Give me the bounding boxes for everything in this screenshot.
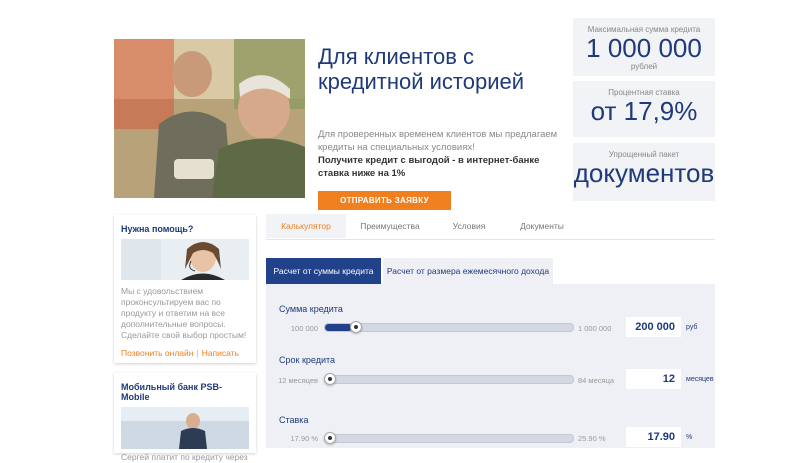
stat-sub: рублей	[630, 62, 658, 71]
apply-button[interactable]: Отправить заявку	[318, 191, 451, 210]
term-slider-handle[interactable]	[324, 373, 336, 385]
hero-description: Для проверенных временем клиентов мы пре…	[318, 129, 558, 153]
tab-calculator[interactable]: Калькулятор	[266, 214, 346, 238]
amount-slider-fill	[325, 324, 353, 331]
amount-input[interactable]: 200 000	[626, 317, 681, 337]
hero-promo-text: Получите кредит с выгодой - в интернет-б…	[318, 155, 540, 179]
help-card-links: Позвонить онлайн | Написать	[114, 341, 256, 358]
amount-label: Сумма кредита	[279, 304, 343, 314]
term-unit: месяцев	[686, 376, 714, 383]
subtab-by-amount[interactable]: Расчет от суммы кредита	[266, 258, 381, 284]
rate-slider-track[interactable]	[324, 434, 574, 443]
help-card: Нужна помощь? Мы с удовольствием проконс…	[114, 215, 256, 363]
help-card-text: Мы с удовольствием проконсультируем вас …	[121, 286, 247, 340]
mobile-card-title: Мобильный банк PSB-Mobile	[121, 382, 222, 402]
term-min: 12 месяцев	[278, 376, 318, 385]
term-input[interactable]: 12	[626, 369, 681, 389]
hero-photo	[114, 39, 305, 198]
stat-value: документов	[573, 158, 715, 188]
term-max: 84 месяца	[578, 376, 615, 385]
amount-unit: руб	[686, 324, 698, 331]
term-label: Срок кредита	[279, 355, 336, 365]
rate-label: Ставка	[279, 415, 309, 425]
amount-max: 1 000 000	[578, 324, 612, 333]
stat-documents: Упрощенный пакет документов	[573, 143, 715, 201]
stat-value: 1 000 000	[586, 33, 702, 63]
tab-conditions[interactable]: Условия	[434, 214, 504, 238]
support-operator-image	[121, 239, 249, 280]
stat-max-amount: Максимальная сумма кредита 1 000 000 руб…	[573, 18, 715, 76]
calculator-panel: Сумма кредита 100 000 1 000 000 200 000 …	[266, 284, 715, 448]
help-card-title: Нужна помощь?	[121, 224, 194, 234]
stat-rate: Процентная ставка от 17,9%	[573, 81, 715, 137]
rate-max: 25.90 %	[578, 434, 606, 443]
subtab-by-income[interactable]: Расчет от размера ежемесячного дохода	[383, 258, 553, 284]
stat-value: от 17,9%	[590, 96, 698, 126]
rate-slider-handle[interactable]	[324, 432, 336, 444]
mobile-card-text: Сергей платит по кредиту через	[121, 452, 248, 462]
rate-min: 17.90 %	[290, 434, 318, 443]
term-slider-track[interactable]	[324, 375, 574, 384]
tab-advantages[interactable]: Преимущества	[350, 214, 430, 238]
mobile-bank-image	[121, 407, 249, 449]
call-online-link[interactable]: Позвонить онлайн	[121, 348, 193, 358]
rate-unit: %	[686, 434, 693, 441]
product-tabs: Калькулятор Преимущества Условия Докумен…	[266, 214, 715, 240]
tab-documents[interactable]: Документы	[506, 214, 578, 238]
write-link[interactable]: Написать	[202, 348, 239, 358]
amount-min: 100 000	[290, 324, 318, 333]
mobile-bank-card: Мобильный банк PSB-Mobile Сергей платит …	[114, 373, 256, 462]
hero-title: Для клиентов с кредитной историей	[318, 44, 525, 94]
rate-input[interactable]: 17.90	[626, 427, 681, 447]
link-separator: |	[196, 348, 199, 358]
